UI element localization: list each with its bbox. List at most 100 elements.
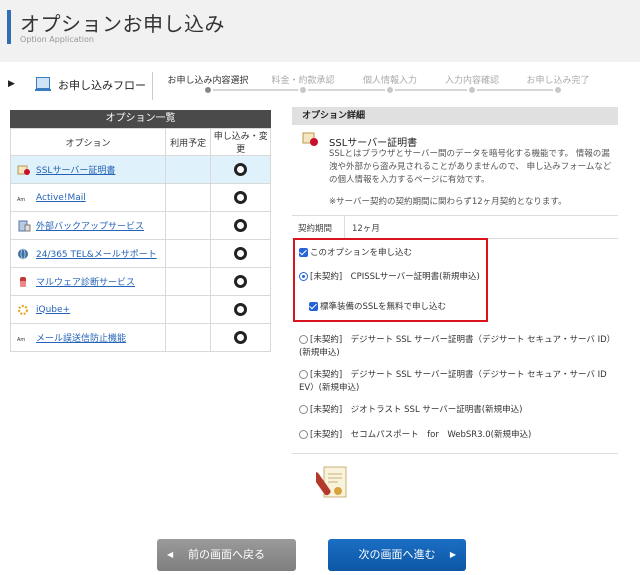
digicert-id-radio[interactable] [299,335,308,344]
standard-ssl-row[interactable]: 標準装備のSSLを無料で申し込む [309,301,446,314]
cpi-ssl-radio[interactable] [299,272,308,281]
next-button[interactable]: 次の画面へ進む ▶ [328,539,466,571]
standard-ssl-checkbox[interactable] [309,302,318,311]
option-list-title: オプション一覧 [10,110,271,128]
option-link-malware[interactable]: マルウェア診断サービス [36,278,135,288]
detail-divider [292,453,618,454]
page-title: オプションお申し込み [20,12,225,36]
ssl-option-name: SSLサーバー証明書 [329,138,418,149]
option-link-backup[interactable]: 外部バックアップサービス [36,222,144,232]
option-detail-title: オプション詳細 [292,107,618,125]
apply-checkbox[interactable] [299,248,308,257]
option-link-active-mail[interactable]: Active!Mail [36,193,86,203]
col-header-apply: 申し込み・変更 [210,128,271,156]
ssl-description: SSLとはブラウザとサーバー間のデータを暗号化する機能です。 情報の漏洩や外部か… [329,149,612,185]
digicert-ev-option-row[interactable]: [未契約] デジサート SSL サーバー証明書（デジサート セキュア・サーバ I… [299,369,621,395]
digicert-ev-radio[interactable] [299,370,308,379]
usage-cell [164,323,212,352]
mail-safety-icon: Am [17,332,31,344]
step-2-dot [298,85,308,95]
apply-cell [210,323,271,352]
select-radio[interactable] [234,303,248,316]
secom-radio[interactable] [299,430,308,439]
backup-server-icon [17,220,31,232]
chevron-right-icon: ▶ [449,550,456,559]
option-link-iqube[interactable]: iQube+ [36,305,70,315]
geotrust-option-row[interactable]: [未契約] ジオトラスト SSL サーバー証明書(新規申込) [299,404,522,417]
usage-cell [164,267,212,296]
table-row[interactable]: SSLサーバー証明書 [10,155,271,184]
digicert-id-label: [未契約] デジサート SSL サーバー証明書（デジサート セキュア・サーバ I… [299,335,616,358]
digicert-id-option-row[interactable]: [未契約] デジサート SSL サーバー証明書（デジサート セキュア・サーバ I… [299,334,621,360]
table-row[interactable]: iQube+ [10,295,271,324]
back-button-label: 前の画面へ戻る [188,548,265,561]
header-accent-bar [7,10,11,44]
usage-cell [164,155,212,184]
flow-divider [152,72,153,100]
geotrust-label: [未契約] ジオトラスト SSL サーバー証明書(新規申込) [310,405,523,415]
monitor-icon [35,77,51,91]
apply-cell [210,239,271,268]
usage-cell [164,239,212,268]
select-radio[interactable] [234,247,248,260]
apply-cell [210,183,271,212]
select-radio[interactable] [234,275,248,288]
svg-text:Am: Am [17,337,25,343]
step-4-dot [467,85,477,95]
contract-period-value: 12ヶ月 [352,224,380,234]
table-row[interactable]: マルウェア診断サービス [10,267,271,296]
table-row[interactable]: 外部バックアップサービス [10,211,271,240]
svg-text:Am: Am [17,197,25,203]
apply-cell [210,211,271,240]
contract-period-label: 契約期間 [298,224,333,234]
iqube-icon [17,304,31,316]
support-globe-icon [17,248,31,260]
usage-cell [164,183,212,212]
malware-scan-icon [17,276,31,288]
table-row[interactable]: Am Active!Mail [10,183,271,212]
select-radio[interactable] [234,331,248,344]
step-5-dot [553,85,563,95]
standard-ssl-label: 標準装備のSSLを無料で申し込む [320,302,447,312]
usage-cell [164,211,212,240]
secom-label: [未契約] セコムパスポート for WebSR3.0(新規申込) [310,430,532,440]
option-link-ssl[interactable]: SSLサーバー証明書 [36,166,115,176]
ssl-certificate-icon [17,164,31,176]
back-button[interactable]: ◀ 前の画面へ戻る [157,539,296,571]
period-separator [344,216,345,238]
steps-line [208,89,560,91]
chevron-left-icon: ◀ [167,550,174,559]
option-link-mail-safety[interactable]: メール誤送信防止機能 [36,334,126,344]
certificate-icon [312,465,350,505]
table-row[interactable]: Am メール誤送信防止機能 [10,323,271,352]
col-header-usage: 利用予定 [164,128,212,156]
table-row[interactable]: 24/365 TEL&メールサポート [10,239,271,268]
active-mail-icon: Am [17,192,31,204]
apply-cell [210,155,271,184]
select-radio[interactable] [234,163,248,176]
col-header-option: オプション [10,128,166,156]
option-list-panel: オプション一覧 オプション 利用予定 申し込み・変更 SSLサーバー証明書 Am… [10,110,271,352]
contract-period-row: 契約期間 12ヶ月 [292,215,618,239]
option-table: オプション 利用予定 申し込み・変更 SSLサーバー証明書 Am Active!M… [10,128,271,352]
usage-cell [164,295,212,324]
cpi-ssl-label: [未契約] CPISSLサーバー証明書(新規申込) [310,272,480,282]
secom-option-row[interactable]: [未契約] セコムパスポート for WebSR3.0(新規申込) [299,429,531,442]
page-subtitle: Option Application [20,35,94,44]
apply-option-row[interactable]: このオプションを申し込む [299,247,412,260]
apply-checkbox-label: このオプションを申し込む [310,248,413,258]
next-button-label: 次の画面へ進む [358,548,436,561]
page-header: オプションお申し込み Option Application [0,0,640,62]
select-radio[interactable] [234,219,248,232]
select-radio[interactable] [234,191,248,204]
option-link-support[interactable]: 24/365 TEL&メールサポート [36,250,157,260]
apply-cell [210,267,271,296]
cpi-ssl-option-row[interactable]: [未契約] CPISSLサーバー証明書(新規申込) [299,271,480,284]
step-3-dot [385,85,395,95]
apply-cell [210,295,271,324]
application-flow: ▶ お申し込みフロー お申し込み内容選択 料金・約款承認 個人情報入力 入力内容… [0,64,614,108]
step-1-dot [203,85,213,95]
ssl-note: ※サーバー契約の契約期間に関わらず12ヶ月契約となります。 [329,197,567,207]
flow-arrow-icon: ▶ [8,79,15,89]
geotrust-radio[interactable] [299,405,308,414]
